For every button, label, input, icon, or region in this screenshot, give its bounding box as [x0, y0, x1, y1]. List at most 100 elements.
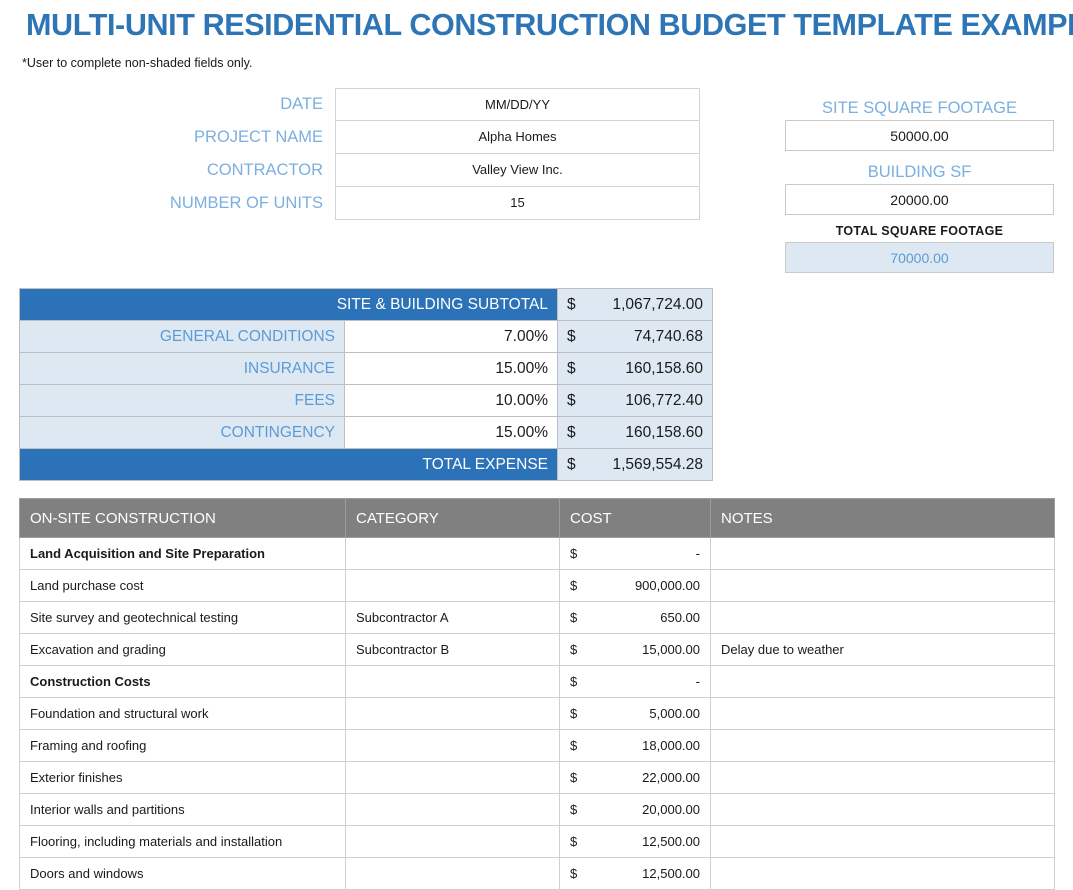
- site-square-footage-label: SITE SQUARE FOOTAGE: [822, 99, 1017, 117]
- category-cell[interactable]: [345, 857, 560, 890]
- subtotal-row-amount: 106,772.40: [584, 384, 713, 417]
- main-table-header-row: ON-SITE CONSTRUCTION CATEGORY COST NOTES: [19, 498, 1056, 538]
- notes-cell[interactable]: [710, 697, 1056, 730]
- category-cell[interactable]: Subcontractor B: [345, 633, 560, 666]
- cost-cell[interactable]: -: [586, 665, 712, 698]
- cost-cell[interactable]: 15,000.00: [586, 633, 712, 666]
- category-cell[interactable]: [345, 825, 560, 858]
- notes-cell[interactable]: Delay due to weather: [710, 633, 1056, 666]
- subtotal-row-percent-input[interactable]: 15.00%: [344, 416, 558, 449]
- notes-cell[interactable]: [710, 793, 1056, 826]
- table-row: Flooring, including materials and instal…: [19, 825, 1056, 858]
- subtotal-row-percent-input[interactable]: 10.00%: [344, 384, 558, 417]
- info-label: CONTRACTOR: [206, 161, 323, 179]
- main-table-head: ON-SITE CONSTRUCTION CATEGORY COST NOTES: [19, 498, 1056, 538]
- notes-cell[interactable]: [710, 665, 1056, 698]
- construction-item[interactable]: Construction Costs: [19, 665, 346, 698]
- instruction-note: *User to complete non-shaded fields only…: [22, 56, 253, 70]
- notes-cell[interactable]: [710, 729, 1056, 762]
- subtotal-amount: 1,067,724.00: [584, 288, 713, 321]
- subtotal-row-percent-input[interactable]: 7.00%: [344, 320, 558, 353]
- info-input[interactable]: 15: [335, 187, 700, 220]
- table-row: Interior walls and partitions $20,000.00: [19, 793, 1056, 826]
- subtotal-header-row: SITE & BUILDING SUBTOTAL $1,067,724.00: [19, 288, 713, 321]
- cost-cell[interactable]: 20,000.00: [586, 793, 712, 826]
- subtotal-row-label: FEES: [19, 384, 345, 417]
- cost-currency: $: [559, 793, 587, 826]
- building-sf-input[interactable]: 20000.00: [785, 184, 1054, 215]
- cost-cell[interactable]: 18,000.00: [586, 729, 712, 762]
- construction-item[interactable]: Site survey and geotechnical testing: [19, 601, 346, 634]
- notes-cell[interactable]: [710, 569, 1056, 602]
- total-expense-amount: 1,569,554.28: [584, 448, 713, 481]
- table-row: Construction Costs $ -: [19, 665, 1056, 698]
- total-square-footage-value: 70000.00: [785, 242, 1054, 273]
- category-cell[interactable]: [345, 761, 560, 794]
- construction-item[interactable]: Land purchase cost: [19, 569, 346, 602]
- subtotal-row: INSURANCE 15.00% $160,158.60: [19, 352, 713, 385]
- total-expense-currency: $: [557, 448, 585, 481]
- table-row: Foundation and structural work $5,000.00: [19, 697, 1056, 730]
- cost-cell[interactable]: 12,500.00: [586, 857, 712, 890]
- cost-currency: $: [559, 569, 587, 602]
- cost-cell[interactable]: 12,500.00: [586, 825, 712, 858]
- table-row: Doors and windows $12,500.00: [19, 857, 1056, 890]
- table-row: Land Acquisition and Site Preparation $ -: [19, 537, 1056, 570]
- construction-item[interactable]: Doors and windows: [19, 857, 346, 890]
- title-bar: MULTI-UNIT RESIDENTIAL CONSTRUCTION BUDG…: [0, 0, 1073, 44]
- construction-item[interactable]: Exterior finishes: [19, 761, 346, 794]
- cost-cell[interactable]: 650.00: [586, 601, 712, 634]
- site-square-footage-input[interactable]: 50000.00: [785, 120, 1054, 151]
- cost-currency: $: [559, 761, 587, 794]
- cost-cell[interactable]: 22,000.00: [586, 761, 712, 794]
- subtotal-label: SITE & BUILDING SUBTOTAL: [19, 288, 558, 321]
- cost-currency: $: [559, 697, 587, 730]
- construction-item[interactable]: Flooring, including materials and instal…: [19, 825, 346, 858]
- table-row: Framing and roofing $18,000.00: [19, 729, 1056, 762]
- subtotal-currency: $: [557, 288, 585, 321]
- info-input[interactable]: Valley View Inc.: [335, 154, 700, 187]
- info-row: CONTRACTOR Valley View Inc.: [0, 154, 712, 187]
- category-cell[interactable]: [345, 729, 560, 762]
- info-input[interactable]: MM/DD/YY: [335, 88, 700, 121]
- column-header: CATEGORY: [345, 498, 560, 538]
- cost-cell[interactable]: -: [586, 537, 712, 570]
- notes-cell[interactable]: [710, 825, 1056, 858]
- table-row: Site survey and geotechnical testing Subc…: [19, 601, 1056, 634]
- subtotal-row-percent-input[interactable]: 15.00%: [344, 352, 558, 385]
- construction-item[interactable]: Framing and roofing: [19, 729, 346, 762]
- cost-currency: $: [559, 825, 587, 858]
- subtotal-row-currency: $: [557, 416, 585, 449]
- cost-cell[interactable]: 5,000.00: [586, 697, 712, 730]
- subtotal-table-body: SITE & BUILDING SUBTOTAL $1,067,724.00 GEN…: [19, 288, 713, 481]
- category-cell[interactable]: [345, 665, 560, 698]
- construction-item[interactable]: Interior walls and partitions: [19, 793, 346, 826]
- category-cell[interactable]: Subcontractor A: [345, 601, 560, 634]
- category-cell[interactable]: [345, 569, 560, 602]
- category-cell[interactable]: [345, 537, 560, 570]
- cost-cell[interactable]: 900,000.00: [586, 569, 712, 602]
- info-row: NUMBER OF UNITS 15: [0, 187, 712, 220]
- cost-currency: $: [559, 729, 587, 762]
- cost-currency: $: [559, 601, 587, 634]
- info-input[interactable]: Alpha Homes: [335, 121, 700, 154]
- construction-item[interactable]: Excavation and grading: [19, 633, 346, 666]
- construction-item[interactable]: Land Acquisition and Site Preparation: [19, 537, 346, 570]
- total-expense-label: TOTAL EXPENSE: [19, 448, 558, 481]
- subtotal-row: CONTINGENCY 15.00% $160,158.60: [19, 416, 713, 449]
- info-row: PROJECT NAME Alpha Homes: [0, 121, 712, 154]
- notes-cell[interactable]: [710, 537, 1056, 570]
- subtotal-row: GENERAL CONDITIONS 7.00% $74,740.68: [19, 320, 713, 353]
- subtotal-row-currency: $: [557, 352, 585, 385]
- notes-cell[interactable]: [710, 761, 1056, 794]
- notes-cell[interactable]: [710, 857, 1056, 890]
- subtotal-row-currency: $: [557, 384, 585, 417]
- category-cell[interactable]: [345, 697, 560, 730]
- construction-item[interactable]: Foundation and structural work: [19, 697, 346, 730]
- category-cell[interactable]: [345, 793, 560, 826]
- table-row: Excavation and grading Subcontractor B $15…: [19, 633, 1056, 666]
- budget-subtotal-table: SITE & BUILDING SUBTOTAL $1,067,724.00 GEN…: [19, 288, 713, 481]
- info-row: DATE MM/DD/YY: [0, 88, 712, 121]
- main-table-body: Land Acquisition and Site Preparation $ - L…: [19, 537, 1056, 890]
- notes-cell[interactable]: [710, 601, 1056, 634]
